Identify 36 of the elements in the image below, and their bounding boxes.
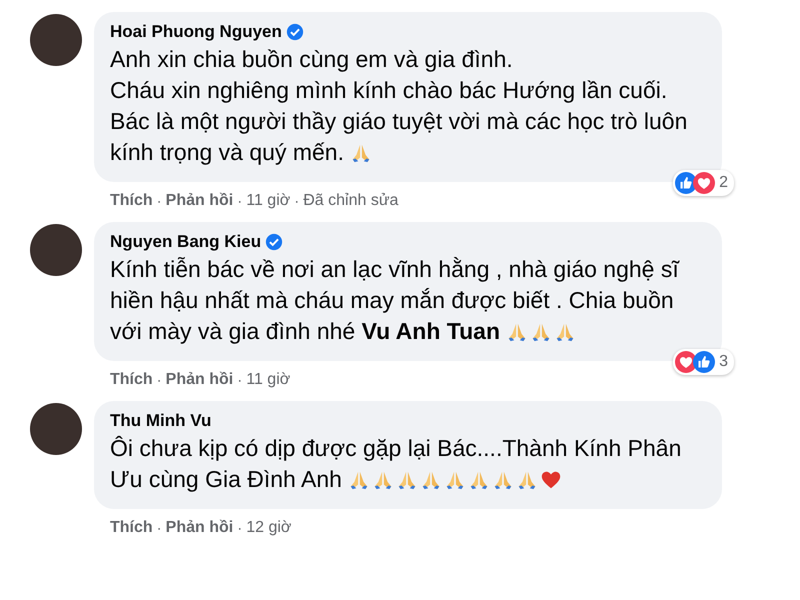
action-link[interactable]: Thích [110, 371, 153, 389]
comment-text: Kính tiễn bác về nơi an lạc vĩnh hằng , nhà giáo nghệ sĩ [110, 255, 679, 284]
separator-dot: · [237, 372, 242, 388]
action-link[interactable]: Phản hồi [166, 519, 234, 537]
action-link[interactable]: Thích [110, 192, 153, 210]
comment-text: hiền hậu nhất mà cháu may mắn được biết . Chia buồn [110, 286, 674, 315]
separator-dot: · [156, 520, 162, 536]
separator-dot: · [156, 192, 162, 210]
comment-text: Cháu xin nghiêng mình kính chào bác Hướng lần cuối. [110, 76, 668, 105]
comment-text: Ôi chưa kịp có dịp được gặp lại Bác....Thành Kính Phân [110, 434, 682, 463]
avatar[interactable] [30, 14, 82, 66]
timestamp[interactable]: 11 giờ [246, 371, 290, 389]
author-name[interactable]: Thu Minh Vu [110, 411, 212, 431]
separator-dot: · [156, 372, 162, 388]
reaction-summary[interactable]: 2 [673, 170, 734, 196]
avatar[interactable] [30, 224, 82, 276]
action-link[interactable]: Phản hồi [166, 371, 234, 389]
like-reaction-icon [693, 351, 716, 373]
separator-dot: · [237, 192, 242, 210]
comment-text: với mày và gia đình nhé Vu Anh Tuan [110, 317, 500, 346]
comment-text: Ưu cùng Gia Đình Anh [110, 465, 342, 494]
avatar[interactable] [30, 403, 82, 455]
action-link[interactable]: Thích [110, 519, 153, 537]
comment-text: Bác là một người thầy giáo tuyệt vời mà các học trò luôn [110, 107, 688, 136]
edited-label: Đã chỉnh sửa [303, 192, 398, 210]
comment-text: kính trọng và quý mến. [110, 138, 344, 167]
author-name[interactable]: Nguyen Bang Kieu [110, 232, 262, 252]
comment-text: Anh xin chia buồn cùng em và gia đình. [110, 45, 513, 74]
action-link[interactable]: Phản hồi [166, 192, 234, 210]
separator-dot: · [237, 520, 242, 536]
love-reaction-icon [693, 172, 716, 194]
timestamp[interactable]: 12 giờ [246, 519, 292, 537]
separator-dot: · [294, 192, 300, 210]
reaction-summary[interactable]: 3 [673, 349, 734, 375]
author-name[interactable]: Hoai Phuong Nguyen [110, 22, 282, 42]
timestamp[interactable]: 11 giờ [246, 192, 290, 210]
